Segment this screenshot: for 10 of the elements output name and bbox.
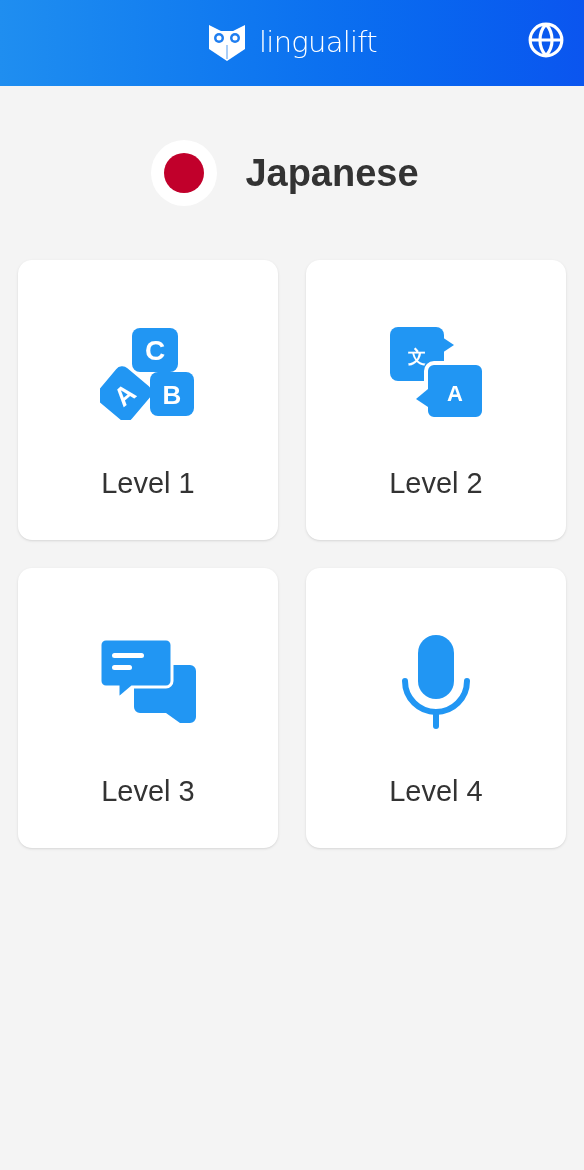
level-card[interactable]: C A B Level 1 xyxy=(18,260,278,540)
language-title: Japanese xyxy=(245,150,419,196)
chat-bubbles-icon xyxy=(100,639,196,725)
level-card[interactable]: Level 4 xyxy=(306,568,566,848)
level-card[interactable]: 文 A Level 2 xyxy=(306,260,566,540)
logo-text: lingualift xyxy=(259,24,377,62)
microphone-icon xyxy=(401,635,471,729)
language-globe-button[interactable] xyxy=(526,20,566,60)
level-card[interactable]: Level 3 xyxy=(18,568,278,848)
owl-book-logo-icon xyxy=(207,25,247,61)
